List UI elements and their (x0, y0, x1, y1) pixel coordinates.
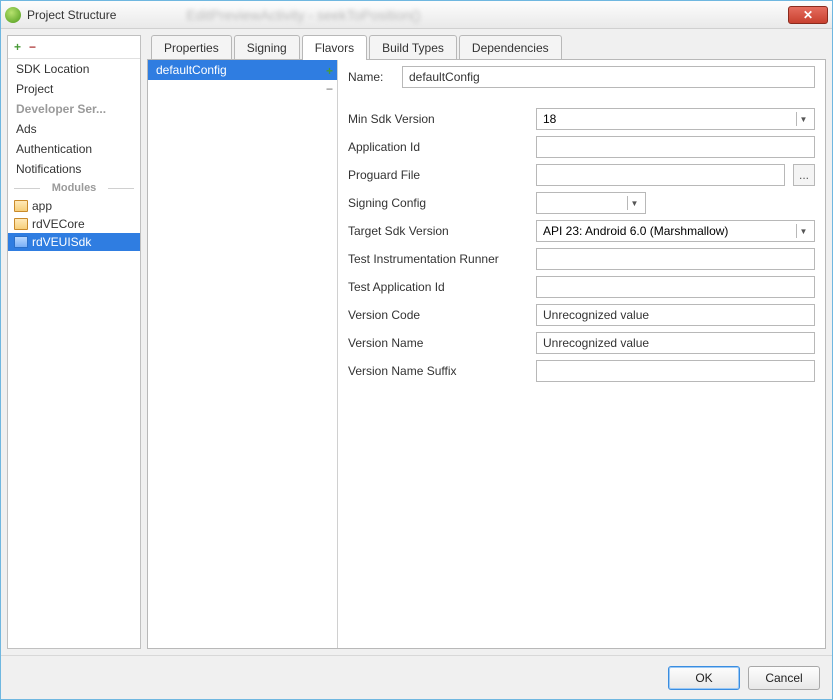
browse-button[interactable]: ... (793, 164, 815, 186)
select-target-sdk[interactable]: API 23: Android 6.0 (Marshmallow) ▼ (536, 220, 815, 242)
sidebar: + − SDK Location Project Developer Ser..… (7, 35, 141, 649)
sidebar-item-authentication[interactable]: Authentication (8, 139, 140, 159)
module-label: app (32, 199, 52, 213)
label-proguard-file: Proguard File (348, 168, 528, 182)
sidebar-item-notifications[interactable]: Notifications (8, 159, 140, 179)
row-proguard-file: Proguard File ... (348, 164, 815, 186)
dialog-footer: OK Cancel (1, 655, 832, 699)
sidebar-item-project[interactable]: Project (8, 79, 140, 99)
close-icon: ✕ (803, 8, 813, 22)
row-signing-config: Signing Config ▼ (348, 192, 815, 214)
label-target-sdk: Target Sdk Version (348, 224, 528, 238)
sidebar-item-developer-services[interactable]: Developer Ser... (8, 99, 140, 119)
window-title: Project Structure (27, 8, 116, 22)
chevron-down-icon: ▼ (796, 224, 810, 238)
input-version-code[interactable] (536, 304, 815, 326)
row-test-runner: Test Instrumentation Runner (348, 248, 815, 270)
row-version-name-suffix: Version Name Suffix (348, 360, 815, 382)
module-label: rdVECore (32, 217, 85, 231)
select-value: 18 (543, 112, 556, 126)
row-target-sdk: Target Sdk Version API 23: Android 6.0 (… (348, 220, 815, 242)
tab-flavors[interactable]: Flavors (302, 35, 367, 60)
input-version-name-suffix[interactable] (536, 360, 815, 382)
module-label: rdVEUISdk (32, 235, 91, 249)
input-test-runner[interactable] (536, 248, 815, 270)
select-min-sdk[interactable]: 18 ▼ (536, 108, 815, 130)
tab-dependencies[interactable]: Dependencies (459, 35, 562, 60)
remove-icon[interactable]: − (29, 40, 36, 54)
module-rdveuisdk[interactable]: rdVEUISdk (8, 233, 140, 251)
ellipsis-icon: ... (799, 168, 809, 182)
row-min-sdk: Min Sdk Version 18 ▼ (348, 108, 815, 130)
row-application-id: Application Id (348, 136, 815, 158)
tab-build-types[interactable]: Build Types (369, 35, 457, 60)
context-blurred: EditPreviewActivity - seekToPosition() (186, 7, 420, 23)
row-version-name: Version Name (348, 332, 815, 354)
label-signing-config: Signing Config (348, 196, 528, 210)
cancel-button[interactable]: Cancel (748, 666, 820, 690)
close-button[interactable]: ✕ (788, 6, 828, 24)
module-icon (14, 200, 28, 212)
chevron-down-icon: ▼ (796, 112, 810, 126)
add-icon[interactable]: + (14, 40, 21, 54)
label-application-id: Application Id (348, 140, 528, 154)
module-app[interactable]: app (8, 197, 140, 215)
name-label: Name: (348, 70, 394, 84)
sidebar-toolbar: + − (8, 36, 140, 59)
label-min-sdk: Min Sdk Version (348, 112, 528, 126)
chevron-down-icon: ▼ (627, 196, 641, 210)
input-proguard-file[interactable] (536, 164, 785, 186)
tab-signing[interactable]: Signing (234, 35, 300, 60)
label-test-runner: Test Instrumentation Runner (348, 252, 528, 266)
row-version-code: Version Code (348, 304, 815, 326)
tab-properties[interactable]: Properties (151, 35, 232, 60)
module-rdvecore[interactable]: rdVECore (8, 215, 140, 233)
flavor-add-icon[interactable]: + (326, 64, 333, 78)
module-icon (14, 218, 28, 230)
label-version-code: Version Code (348, 308, 528, 322)
row-test-app-id: Test Application Id (348, 276, 815, 298)
tab-bar: Properties Signing Flavors Build Types D… (147, 35, 826, 60)
label-version-name-suffix: Version Name Suffix (348, 364, 528, 378)
flavor-list: defaultConfig + − (148, 60, 338, 648)
select-signing-config[interactable]: ▼ (536, 192, 646, 214)
input-test-app-id[interactable] (536, 276, 815, 298)
sidebar-item-sdk-location[interactable]: SDK Location (8, 59, 140, 79)
main-panel: Properties Signing Flavors Build Types D… (147, 35, 826, 649)
flavor-form: Name: Min Sdk Version 18 ▼ Application I… (338, 60, 825, 648)
app-icon (5, 7, 21, 23)
module-icon (14, 236, 28, 248)
sidebar-item-ads[interactable]: Ads (8, 119, 140, 139)
label-version-name: Version Name (348, 336, 528, 350)
ok-button[interactable]: OK (668, 666, 740, 690)
project-structure-window: Project Structure EditPreviewActivity - … (0, 0, 833, 700)
flavor-toolbar: + − (326, 64, 333, 96)
titlebar: Project Structure EditPreviewActivity - … (1, 1, 832, 29)
flavor-remove-icon[interactable]: − (326, 82, 333, 96)
input-application-id[interactable] (536, 136, 815, 158)
tab-body: defaultConfig + − Name: Min Sdk Version (147, 59, 826, 649)
label-test-app-id: Test Application Id (348, 280, 528, 294)
select-value: API 23: Android 6.0 (Marshmallow) (543, 224, 728, 238)
name-input[interactable] (402, 66, 815, 88)
name-row: Name: (348, 66, 815, 88)
input-version-name[interactable] (536, 332, 815, 354)
flavor-item-defaultconfig[interactable]: defaultConfig (148, 60, 337, 80)
modules-header: Modules (8, 179, 140, 197)
content-area: + − SDK Location Project Developer Ser..… (1, 29, 832, 655)
